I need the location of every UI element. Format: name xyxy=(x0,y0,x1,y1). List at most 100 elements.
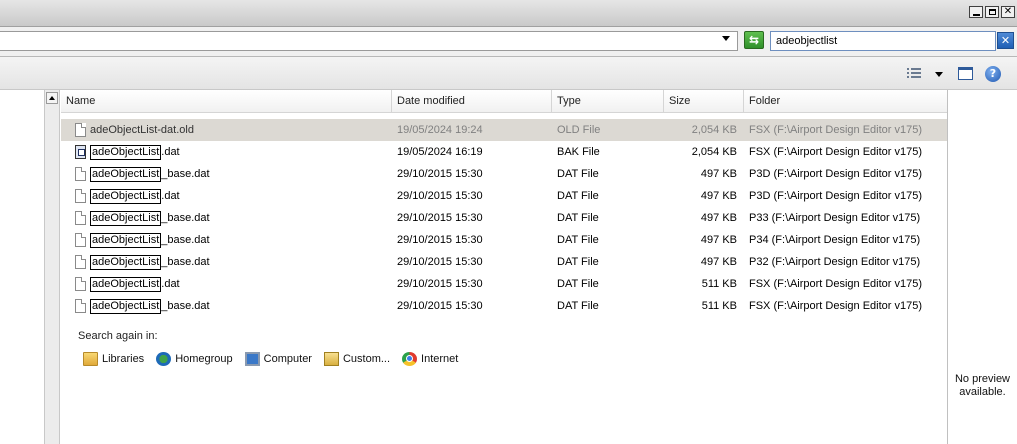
file-name: adeObjectList .dat xyxy=(75,273,180,295)
column-header: Name Date modified Type Size Folder xyxy=(61,90,947,113)
name-match: adeObjectList xyxy=(90,124,158,136)
file-folder: P3D (F:\Airport Design Editor v175) xyxy=(749,168,923,180)
change-view-icon[interactable] xyxy=(907,66,923,80)
file-date: 29/10/2015 15:30 xyxy=(397,300,483,312)
file-size: 497 KB xyxy=(700,168,737,180)
search-input[interactable]: adeobjectlist xyxy=(770,31,996,51)
name-match: adeObjectList xyxy=(90,166,162,182)
refresh-icon: ⇆ xyxy=(748,33,760,47)
window-controls: ✕ xyxy=(967,6,1015,18)
table-row[interactable]: adeObjectList -dat.old 19/05/2024 19:24 O… xyxy=(61,119,947,141)
toolbar: ? xyxy=(0,57,1017,90)
clear-search-button[interactable]: ✕ xyxy=(997,32,1014,49)
file-size: 497 KB xyxy=(700,256,737,268)
name-rest: .dat xyxy=(161,146,180,158)
navigation-scrollbar[interactable] xyxy=(44,90,60,444)
preview-pane-icon[interactable] xyxy=(958,67,973,80)
navigation-pane[interactable] xyxy=(0,90,44,444)
search-location-internet[interactable]: Internet xyxy=(402,352,458,366)
file-folder: FSX (F:\Airport Design Editor v175) xyxy=(749,146,923,158)
file-type: OLD File xyxy=(557,124,601,136)
table-row[interactable]: adeObjectList _base.dat 29/10/2015 15:30 … xyxy=(61,295,947,317)
homegroup-icon xyxy=(156,352,172,366)
location-label: Internet xyxy=(421,353,459,365)
file-folder: P33 (F:\Airport Design Editor v175) xyxy=(749,212,921,224)
maximize-button[interactable] xyxy=(985,6,999,18)
name-rest: _base.dat xyxy=(161,212,210,224)
file-folder: FSX (F:\Airport Design Editor v175) xyxy=(749,278,923,290)
location-label: Libraries xyxy=(102,353,145,365)
minimize-button[interactable] xyxy=(969,6,983,18)
close-icon: ✕ xyxy=(1000,34,1011,47)
bak-file-icon xyxy=(75,145,86,159)
file-folder: FSX (F:\Airport Design Editor v175) xyxy=(749,300,923,312)
file-date: 29/10/2015 15:30 xyxy=(397,190,483,202)
file-type: DAT File xyxy=(557,168,599,180)
minimize-icon xyxy=(972,13,980,16)
file-icon xyxy=(75,277,86,291)
refresh-button[interactable]: ⇆ xyxy=(744,31,764,49)
scroll-up-icon[interactable] xyxy=(46,92,58,104)
file-list: Name Date modified Type Size Folder adeO… xyxy=(61,90,948,444)
column-folder[interactable]: Folder xyxy=(744,90,947,112)
file-icon xyxy=(75,167,86,181)
address-field[interactable] xyxy=(0,31,738,51)
file-size: 2,054 KB xyxy=(691,124,737,136)
file-name: adeObjectList _base.dat xyxy=(75,295,210,317)
no-preview-line-1: No preview xyxy=(954,373,1011,385)
maximize-icon xyxy=(988,9,996,15)
address-history-dropdown-icon[interactable] xyxy=(722,36,730,41)
location-label: Custom... xyxy=(342,353,391,365)
search-location-libraries[interactable]: Libraries xyxy=(83,352,144,366)
table-row[interactable]: adeObjectList .dat 19/05/2024 16:19 BAK F… xyxy=(61,141,947,163)
file-size: 511 KB xyxy=(701,278,737,290)
file-name: adeObjectList .dat xyxy=(75,185,180,207)
file-name: adeObjectList _base.dat xyxy=(75,229,210,251)
search-location-computer[interactable]: Computer xyxy=(244,352,312,366)
file-size: 497 KB xyxy=(700,190,737,202)
title-bar: ✕ xyxy=(0,0,1017,27)
table-row[interactable]: adeObjectList .dat 29/10/2015 15:30 DAT F… xyxy=(61,273,947,295)
help-icon[interactable]: ? xyxy=(985,66,1001,82)
no-preview-line-2: available. xyxy=(959,386,1006,398)
table-row[interactable]: adeObjectList _base.dat 29/10/2015 15:30 … xyxy=(61,251,947,273)
name-match: adeObjectList xyxy=(90,232,162,248)
file-name: adeObjectList -dat.old xyxy=(75,119,194,141)
table-row[interactable]: adeObjectList _base.dat 29/10/2015 15:30 … xyxy=(61,229,947,251)
file-folder: FSX (F:\Airport Design Editor v175) xyxy=(749,124,923,136)
search-location-custom[interactable]: Custom... xyxy=(323,352,391,366)
name-match: adeObjectList xyxy=(90,276,162,292)
file-name: adeObjectList _base.dat xyxy=(75,251,210,273)
table-row[interactable]: adeObjectList .dat 29/10/2015 15:30 DAT F… xyxy=(61,185,947,207)
column-size[interactable]: Size xyxy=(664,90,744,112)
file-icon xyxy=(75,255,86,269)
close-button[interactable]: ✕ xyxy=(1001,6,1015,18)
file-date: 19/05/2024 16:19 xyxy=(397,146,483,158)
file-type: DAT File xyxy=(557,212,599,224)
file-name: adeObjectList _base.dat xyxy=(75,163,210,185)
file-date: 29/10/2015 15:30 xyxy=(397,278,483,290)
table-row[interactable]: adeObjectList _base.dat 29/10/2015 15:30 … xyxy=(61,163,947,185)
file-size: 497 KB xyxy=(700,212,737,224)
file-name: adeObjectList _base.dat xyxy=(75,207,210,229)
name-match: adeObjectList xyxy=(90,254,162,270)
name-match: adeObjectList xyxy=(90,188,162,204)
preview-pane: No preview available. xyxy=(948,90,1017,444)
name-rest: .dat xyxy=(161,278,180,290)
column-type[interactable]: Type xyxy=(552,90,664,112)
internet-icon xyxy=(402,352,418,366)
column-date-modified[interactable]: Date modified xyxy=(392,90,552,112)
file-rows: adeObjectList -dat.old 19/05/2024 19:24 O… xyxy=(61,119,947,317)
location-label: Homegroup xyxy=(175,353,233,365)
name-match: adeObjectList xyxy=(90,210,162,226)
column-name[interactable]: Name xyxy=(61,90,392,112)
file-date: 29/10/2015 15:30 xyxy=(397,212,483,224)
search-location-homegroup[interactable]: Homegroup xyxy=(156,352,233,366)
search-again-label: Search again in: xyxy=(78,330,158,342)
location-label: Computer xyxy=(263,353,312,365)
libraries-icon xyxy=(83,352,98,366)
view-options-dropdown-icon[interactable] xyxy=(935,72,943,77)
file-folder: P32 (F:\Airport Design Editor v175) xyxy=(749,256,921,268)
table-row[interactable]: adeObjectList _base.dat 29/10/2015 15:30 … xyxy=(61,207,947,229)
search-again-locations: Libraries Homegroup Computer Custom... I… xyxy=(83,350,470,368)
